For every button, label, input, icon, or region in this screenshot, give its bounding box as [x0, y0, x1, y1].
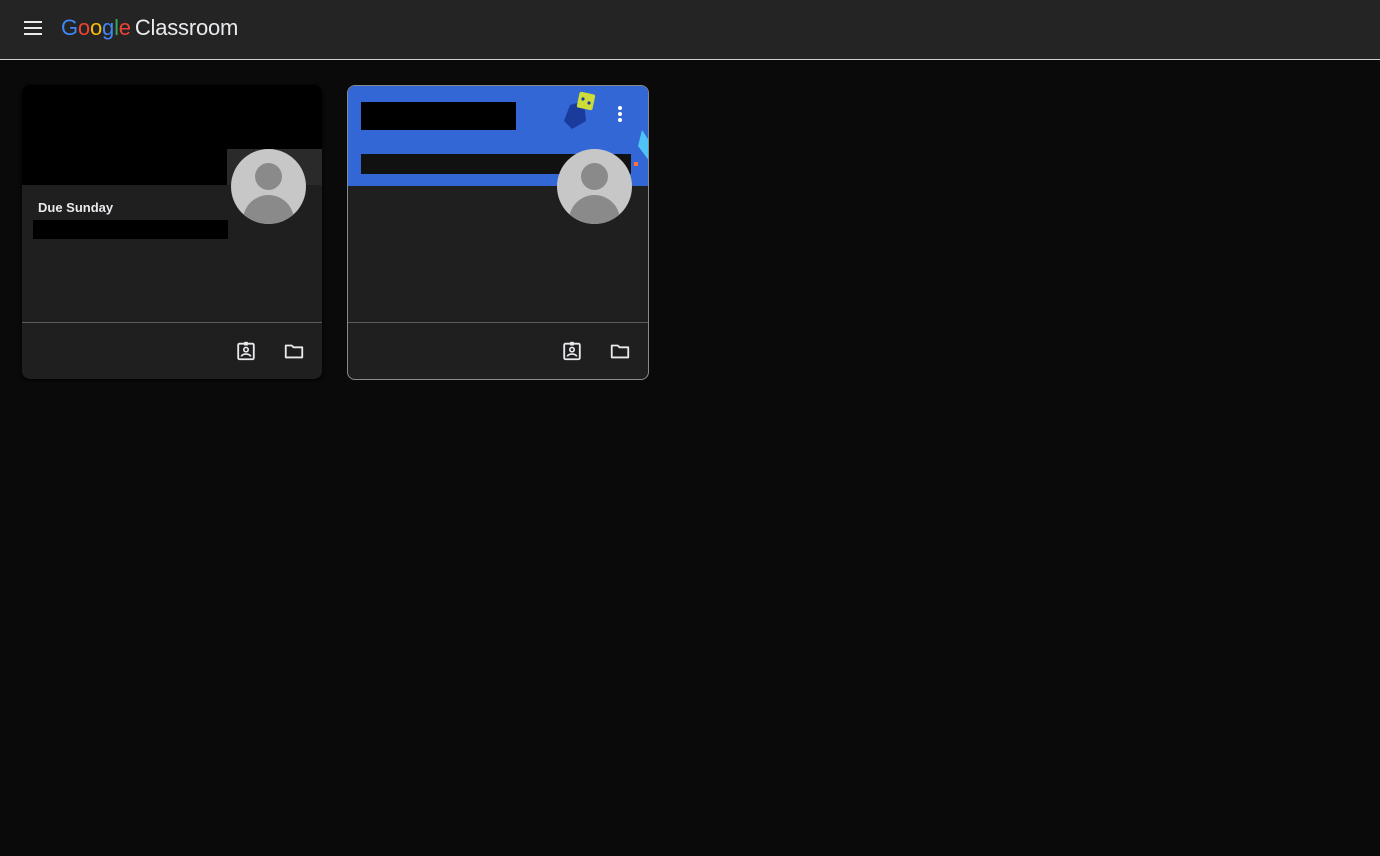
folder-icon — [284, 344, 304, 359]
teacher-avatar[interactable] — [231, 149, 306, 224]
google-wordmark: Google — [61, 15, 131, 40]
open-folder-button[interactable] — [608, 339, 632, 363]
redacted-assignment-title[interactable] — [33, 220, 228, 239]
open-your-work-button[interactable] — [234, 339, 258, 363]
card-divider — [348, 322, 648, 323]
assignment-ind-icon — [563, 341, 581, 361]
dice-illustration — [564, 91, 596, 129]
product-name: Classroom — [134, 15, 239, 40]
main-menu-button[interactable] — [18, 13, 48, 43]
shape-illustration — [634, 130, 648, 166]
class-card[interactable]: Due Sunday — [22, 85, 322, 379]
top-app-bar: Google Classroom — [0, 0, 1380, 60]
open-folder-button[interactable] — [282, 339, 306, 363]
hamburger-menu-icon — [24, 21, 42, 35]
google-classroom-logo[interactable]: Google Classroom — [61, 13, 238, 43]
class-card[interactable] — [347, 85, 649, 380]
teacher-avatar[interactable] — [557, 149, 632, 224]
folder-icon — [610, 344, 630, 359]
card-divider — [22, 322, 322, 323]
open-your-work-button[interactable] — [560, 339, 584, 363]
more-vert-icon — [618, 106, 622, 122]
redacted-class-name[interactable] — [361, 102, 516, 130]
due-date-label: Due Sunday — [38, 200, 114, 215]
assignment-ind-icon — [237, 341, 255, 361]
class-options-button[interactable] — [610, 102, 630, 126]
